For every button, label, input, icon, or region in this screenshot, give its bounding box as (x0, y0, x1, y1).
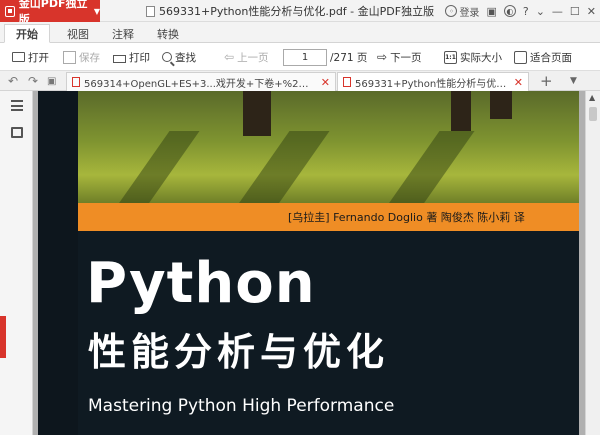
tab-home[interactable]: 开始 (4, 24, 50, 43)
login-button[interactable]: ◦ 登录 (445, 4, 479, 19)
vertical-scrollbar[interactable]: ▲ (585, 91, 600, 435)
author-band: [乌拉圭] Fernando Doglio 著 陶俊杰 陈小莉 译 (78, 203, 579, 231)
save-button[interactable]: 保存 (63, 43, 100, 71)
window-title: 569331+Python性能分析与优化.pdf - 金山PDF独立版 (146, 0, 434, 22)
scroll-up-icon[interactable]: ▲ (589, 93, 595, 102)
maximize-icon[interactable]: ☐ (570, 5, 580, 18)
fit-page-icon (514, 50, 527, 64)
toolbar: 打开 保存 打印 查找 ⇦ 上一页 /271 页 ⇨ 下一页 1:1 实际大小 … (0, 43, 600, 71)
outline-icon[interactable] (11, 100, 23, 111)
printer-icon (113, 54, 126, 63)
tree-trunk (243, 91, 271, 136)
find-button[interactable]: 查找 (162, 43, 196, 71)
folder-icon (12, 52, 25, 62)
tab-annotate[interactable]: 注释 (101, 24, 145, 43)
arrow-left-icon: ⇦ (224, 50, 235, 64)
save-label: 保存 (79, 51, 100, 64)
doc-tab-label: 569314+OpenGL+ES+3...戏开发+下卷+%2C吴亚峰.pdf (84, 78, 315, 90)
book-title: Python (86, 251, 316, 316)
tab-convert[interactable]: 转换 (146, 24, 190, 43)
annotations-icon[interactable] (11, 127, 23, 138)
tab-home-label: 开始 (16, 27, 38, 41)
pdf-page: [乌拉圭] Fernando Doglio 著 陶俊杰 陈小莉 译 Python… (38, 91, 579, 435)
title-bar: 金山PDF独立版 ▼ 569331+Python性能分析与优化.pdf - 金山… (0, 0, 600, 26)
window-title-text: 569331+Python性能分析与优化.pdf - 金山PDF独立版 (159, 5, 435, 18)
prev-page-button[interactable]: ⇦ 上一页 (224, 43, 269, 71)
close-tab-icon[interactable]: ✕ (321, 76, 330, 89)
total-pages-label: /271 页 (330, 51, 368, 64)
tree-trunk (490, 91, 512, 119)
find-label: 查找 (175, 51, 196, 64)
close-icon[interactable]: ✕ (587, 5, 596, 18)
undo-icon[interactable]: ↶ (8, 71, 18, 91)
document-tabs: ↶ ↷ ▣ 569314+OpenGL+ES+3...戏开发+下卷+%2C吴亚峰… (0, 71, 600, 91)
menu-bar: 开始 视图 注释 转换 (0, 22, 600, 43)
help-icon[interactable]: ? (523, 5, 529, 18)
fit-page-button[interactable]: 适合页面 (514, 43, 572, 71)
page-number-input[interactable] (283, 48, 327, 66)
document-icon (146, 5, 155, 17)
app-menu-button[interactable]: 金山PDF独立版 ▼ (0, 0, 100, 26)
book-title-chinese: 性能分析与优化 (88, 330, 390, 374)
minimize-icon[interactable]: — (552, 5, 563, 18)
fit-page-label: 适合页面 (530, 51, 572, 64)
cover-spine (38, 91, 78, 435)
new-tab-icon[interactable]: + (540, 71, 553, 91)
titlebar-controls: ◦ 登录 ▣ ◐ ? ⌄ — ☐ ✕ (445, 0, 596, 22)
print-label: 打印 (129, 51, 150, 64)
redo-icon[interactable]: ↷ (28, 71, 38, 91)
skin-icon[interactable]: ◐ (503, 5, 516, 17)
app-logo-icon (5, 5, 15, 17)
pdf-file-icon (72, 77, 80, 87)
scroll-thumb[interactable] (589, 107, 597, 121)
chevron-down-icon: ▼ (93, 6, 100, 16)
doc-tab-python[interactable]: 569331+Python性能分析与优化.pdf ✕ (337, 72, 529, 91)
login-label: 登录 (459, 7, 480, 19)
save-icon (63, 50, 76, 64)
doc-tab-label: 569331+Python性能分析与优化.pdf (355, 78, 508, 90)
open-button[interactable]: 打开 (12, 43, 49, 71)
actual-size-icon: 1:1 (444, 50, 457, 64)
next-page-label: 下一页 (390, 51, 422, 64)
user-icon: ◦ (445, 5, 458, 17)
next-page-button[interactable]: ⇨ 下一页 (377, 43, 422, 71)
prev-page-label: 上一页 (237, 51, 269, 64)
doc-tab-opengl[interactable]: 569314+OpenGL+ES+3...戏开发+下卷+%2C吴亚峰.pdf ✕ (66, 72, 336, 91)
actual-size-button[interactable]: 1:1 实际大小 (444, 43, 502, 71)
book-authors: [乌拉圭] Fernando Doglio 著 陶俊杰 陈小莉 译 (288, 211, 525, 224)
tree-trunk (451, 91, 471, 131)
tab-convert-label: 转换 (157, 27, 179, 41)
tab-view[interactable]: 视图 (56, 24, 100, 43)
close-tab-icon[interactable]: ✕ (514, 76, 523, 89)
menu-dropdown-icon[interactable]: ⌄ (536, 5, 545, 18)
left-sidebar (0, 91, 33, 435)
open-label: 打开 (28, 51, 49, 64)
sidebar-collapse-handle[interactable] (0, 316, 6, 358)
cover-photo (78, 91, 579, 203)
page-navigator: /271 页 (283, 43, 367, 71)
feedback-icon[interactable]: ▣ (486, 5, 496, 18)
search-icon (162, 52, 172, 62)
document-viewport[interactable]: [乌拉圭] Fernando Doglio 著 陶俊杰 陈小莉 译 Python… (33, 91, 585, 435)
quick-save-icon[interactable]: ▣ (47, 71, 56, 91)
print-button[interactable]: 打印 (113, 43, 150, 71)
tab-annotate-label: 注释 (112, 27, 134, 41)
book-subtitle-english: Mastering Python High Performance (88, 396, 395, 416)
actual-size-label: 实际大小 (460, 51, 502, 64)
arrow-right-icon: ⇨ (377, 50, 388, 64)
chevron-down-icon[interactable]: ▼ (570, 71, 577, 91)
pdf-file-icon (343, 77, 351, 87)
tab-view-label: 视图 (67, 27, 89, 41)
